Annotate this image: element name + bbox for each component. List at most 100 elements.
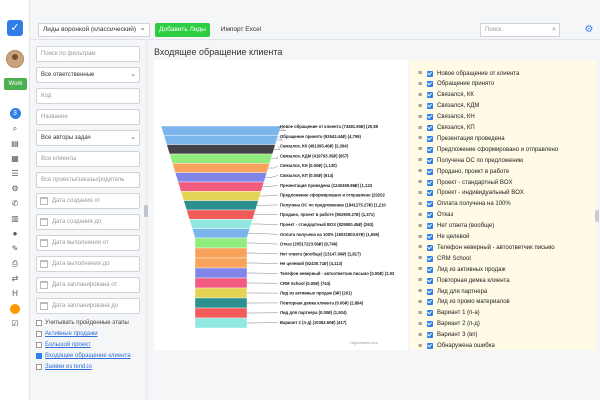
right-scroll-handle[interactable] <box>595 210 599 222</box>
legend-item[interactable]: ≡ Проект - стандартный BOX <box>418 177 513 188</box>
checkbox-checked-icon[interactable] <box>427 190 433 197</box>
checkbox-checked-icon[interactable] <box>427 277 433 284</box>
legend-item[interactable]: ≡ Не целевой <box>418 232 470 243</box>
projects-input[interactable]: Все проекты/заказы/родитель <box>36 172 140 188</box>
drag-handle-icon[interactable]: ≡ <box>418 179 424 186</box>
add-leads-button[interactable]: Добавить Лиды <box>155 23 210 37</box>
app-logo-check-icon[interactable]: ✓ <box>7 20 23 36</box>
funnel-segment[interactable] <box>174 172 268 183</box>
legend-item[interactable]: ≡ Лид для партнера <box>418 286 487 297</box>
checkbox-checked-icon[interactable] <box>427 168 433 175</box>
funnel-segment[interactable] <box>183 200 259 211</box>
checkbox-checked-icon[interactable] <box>427 266 433 273</box>
legend-item[interactable]: ≡ Новое обращение от клиента <box>418 68 519 79</box>
gear-icon[interactable]: ⚙ <box>0 181 30 196</box>
legend-item[interactable]: ≡ Связался, КН <box>418 112 475 123</box>
drag-handle-icon[interactable]: ≡ <box>418 157 424 164</box>
checkbox-checked-icon[interactable] <box>427 157 433 164</box>
work-status-button[interactable]: Work <box>4 78 27 90</box>
link-active-sales[interactable]: Активные продажи <box>36 330 141 338</box>
list-icon[interactable]: ☰ <box>0 166 30 181</box>
date-done-from-input[interactable]: Дата выполнения от <box>36 235 140 251</box>
checkbox-checked-icon[interactable] <box>427 244 433 251</box>
funnel-segment[interactable] <box>194 247 248 259</box>
checkbox-checked-icon[interactable] <box>427 332 433 339</box>
smile-icon[interactable] <box>0 301 30 316</box>
date-created-from-input[interactable]: Дата создания от <box>36 193 140 209</box>
drag-handle-icon[interactable]: ≡ <box>418 70 424 77</box>
legend-item[interactable]: ≡ Связался, КК <box>418 90 474 101</box>
funnel-segment[interactable] <box>194 257 248 269</box>
legend-item[interactable]: ≡ Связался, КДМ <box>418 101 479 112</box>
checkbox-checked-icon[interactable] <box>427 146 433 153</box>
drag-handle-icon[interactable]: ≡ <box>418 114 424 121</box>
drag-handle-icon[interactable]: ≡ <box>418 234 424 241</box>
funnel-segment[interactable] <box>194 237 248 249</box>
legend-item[interactable]: ≡ Предложение сформировано и отправлено <box>418 144 558 155</box>
checkbox-checked-icon[interactable] <box>427 321 433 328</box>
legend-item[interactable]: ≡ Обращение принято <box>418 79 494 90</box>
date-created-to-input[interactable]: Дата создания до <box>36 214 140 230</box>
search-input[interactable]: Поиск ⌕ <box>480 23 560 37</box>
drag-handle-icon[interactable]: ≡ <box>418 146 424 153</box>
checkbox-checked-icon[interactable] <box>427 70 433 77</box>
legend-item[interactable]: ≡ Обнаружена ошибка <box>418 341 495 352</box>
share-icon[interactable]: ⇄ <box>0 271 30 286</box>
legend-item[interactable]: ≡ Отказ <box>418 210 453 221</box>
drag-handle-icon[interactable]: ≡ <box>418 223 424 230</box>
drag-handle-icon[interactable]: ≡ <box>418 321 424 328</box>
funnel-segment[interactable] <box>194 307 248 319</box>
calendar-icon[interactable]: ▦ <box>0 151 30 166</box>
responsible-select[interactable]: Все ответственные ⌄ <box>36 67 140 83</box>
import-excel-button[interactable]: Импорт Excel <box>216 23 266 37</box>
drag-handle-icon[interactable]: ≡ <box>418 277 424 284</box>
edit-icon[interactable]: ✎ <box>0 241 30 256</box>
funnel-segment[interactable] <box>194 317 248 329</box>
date-planned-from-input[interactable]: Дата запланирована от <box>36 277 140 293</box>
legend-item[interactable]: ≡ Оплата получена на 100% <box>418 199 511 210</box>
clients-input[interactable]: Все клиенты <box>36 151 140 167</box>
date-done-to-input[interactable]: Дата выполнения до <box>36 256 140 272</box>
checkbox-checked-icon[interactable] <box>427 255 433 262</box>
drag-handle-icon[interactable]: ≡ <box>418 81 424 88</box>
legend-item[interactable]: ≡ Телефон неверный - автоответчик письмо <box>418 242 555 253</box>
check-stages-checkbox[interactable]: Учитывать пройденные этапы <box>36 319 141 327</box>
drag-handle-icon[interactable]: ≡ <box>418 92 424 99</box>
checkbox-checked-icon[interactable] <box>427 234 433 240</box>
drag-handle-icon[interactable]: ≡ <box>418 310 424 317</box>
drag-handle-icon[interactable]: ≡ <box>418 201 424 208</box>
drag-handle-icon[interactable]: ≡ <box>418 266 424 273</box>
funnel-segment[interactable] <box>194 287 248 299</box>
legend-item[interactable]: ≡ Вариант 1 (п-а) <box>418 308 480 319</box>
funnel-segment[interactable] <box>194 297 248 309</box>
print-icon[interactable]: ⎙ <box>0 256 30 271</box>
notification-badge[interactable]: 3 <box>0 106 30 121</box>
funnel-segment[interactable] <box>186 209 256 220</box>
user-avatar[interactable] <box>6 50 24 68</box>
legend-item[interactable]: ≡ Вариант 3 (вп) <box>418 330 478 341</box>
drag-handle-icon[interactable]: ≡ <box>418 135 424 142</box>
legend-item[interactable]: ≡ Проект - индивидуальный BOX <box>418 188 524 199</box>
legend-item[interactable]: ≡ Повторная демка клиента <box>418 275 510 286</box>
settings-gear-icon[interactable]: ⚙ <box>583 23 595 37</box>
link-big-project[interactable]: Большой проект <box>36 341 141 349</box>
checkbox-checked-icon[interactable] <box>427 212 433 219</box>
funnel-segment[interactable] <box>177 181 265 192</box>
drag-handle-icon[interactable]: ≡ <box>418 168 424 175</box>
drag-handle-icon[interactable]: ≡ <box>418 244 424 251</box>
checkbox-checked-icon[interactable] <box>427 223 433 230</box>
checkbox-checked-icon[interactable] <box>427 81 433 88</box>
chart-icon[interactable]: ▥ <box>0 211 30 226</box>
document-icon[interactable]: ▤ <box>0 136 30 151</box>
funnel-segment[interactable] <box>189 219 253 229</box>
code-input[interactable]: Код <box>36 88 140 104</box>
checkbox-checked-icon[interactable] <box>427 125 433 131</box>
user-icon[interactable]: ● <box>0 226 30 241</box>
drag-handle-icon[interactable]: ≡ <box>418 343 424 350</box>
funnel-segment[interactable] <box>194 277 248 289</box>
legend-item[interactable]: ≡ Лид из промо материалов <box>418 297 510 308</box>
checkbox-checked-icon[interactable] <box>427 135 433 142</box>
funnel-segment[interactable] <box>172 163 270 173</box>
legend-item[interactable]: ≡ Продано, проект в работе <box>418 166 509 177</box>
h-letter-icon[interactable]: H <box>0 286 30 301</box>
